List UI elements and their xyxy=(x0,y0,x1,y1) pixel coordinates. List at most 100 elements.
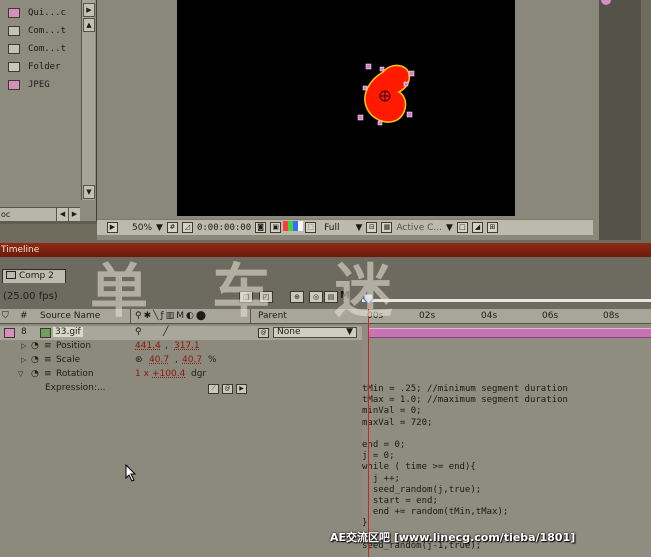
composition-viewer: ▶ 50% ▼ # ◿ 0:00:00:00 ◙ ▣ ⬚ Full ▼ ⊟ ▦ … xyxy=(97,0,641,240)
property-icon: ≡ xyxy=(44,341,52,351)
active-camera-dropdown[interactable]: Active C... xyxy=(396,223,442,233)
chevron-down-icon[interactable]: ▼ xyxy=(446,223,453,233)
grid-icon[interactable]: # xyxy=(166,222,178,233)
scale-unit: % xyxy=(208,355,217,365)
shy-icon[interactable]: ⚲ xyxy=(135,327,142,337)
project-vertical-scrollbar[interactable]: ▶ ▲ ▼ xyxy=(81,0,95,200)
chevron-down-icon[interactable]: ▼ xyxy=(156,223,163,233)
expression-line[interactable]: while ( time >= end){ xyxy=(362,462,651,473)
mask-icon[interactable]: ◿ xyxy=(181,222,193,233)
view-layout-icon[interactable]: □ xyxy=(456,222,468,233)
expression-graph-icon[interactable]: ⟋ xyxy=(208,384,219,394)
stopwatch-icon[interactable]: ◔ xyxy=(31,355,39,365)
expression-line[interactable]: minVal = 0; xyxy=(362,406,651,417)
region-of-interest-icon[interactable]: ⬚ xyxy=(305,222,317,233)
project-item-label: Qui...c xyxy=(28,7,66,18)
alpha-channel-icon[interactable] xyxy=(298,221,304,231)
snapshot-icon[interactable]: ◙ xyxy=(255,222,267,233)
composition-icon xyxy=(6,271,16,279)
current-time-display[interactable]: 0:00:00:00 xyxy=(197,223,251,233)
expression-line[interactable]: } xyxy=(362,518,651,529)
project-item[interactable]: Folder xyxy=(0,58,82,75)
twirl-right-icon[interactable]: ▷ xyxy=(21,342,29,350)
stopwatch-icon[interactable]: ◔ xyxy=(31,341,39,351)
rotation-degrees-value[interactable]: +100.4 xyxy=(152,369,185,379)
column-number[interactable]: # xyxy=(20,311,28,321)
scroll-up-arrow-icon[interactable]: ▲ xyxy=(83,18,95,32)
project-item[interactable]: Com...t xyxy=(0,22,82,39)
mouse-cursor-icon xyxy=(125,464,137,482)
stopwatch-icon[interactable]: ◔ xyxy=(31,369,39,379)
twirl-right-icon[interactable]: ▷ xyxy=(21,356,29,364)
label-color-icon[interactable] xyxy=(4,328,15,338)
expression-line[interactable]: j = 0; xyxy=(362,451,651,462)
project-item[interactable]: Qui...c xyxy=(0,4,82,21)
shape-layer-preview xyxy=(357,63,415,126)
expression-label: Expression:... xyxy=(45,383,106,393)
position-y-value[interactable]: 317.1 xyxy=(174,341,200,351)
project-item[interactable]: JPEG xyxy=(0,76,82,93)
rotation-revolutions-value[interactable]: 1 x xyxy=(135,369,149,379)
project-item-label: Com...t xyxy=(28,25,66,36)
time-ruler-tick: 04s xyxy=(481,311,498,321)
project-item[interactable]: Com...t xyxy=(0,40,82,57)
chevron-down-icon[interactable]: ▼ xyxy=(356,223,363,233)
layer-duration-bar[interactable] xyxy=(368,328,651,338)
resolution-dropdown[interactable]: Full xyxy=(324,223,339,233)
expression-line[interactable] xyxy=(362,429,651,440)
twirl-down-icon[interactable]: ▽ xyxy=(18,370,26,378)
composition-icon xyxy=(8,25,20,36)
always-preview-icon[interactable]: ▶ xyxy=(107,222,118,233)
constrain-proportions-icon[interactable]: ⊛ xyxy=(135,355,143,365)
transparency-grid-icon[interactable]: ▦ xyxy=(381,222,393,233)
scroll-right-arrow-icon[interactable]: ▶ xyxy=(83,3,95,17)
composition-canvas[interactable] xyxy=(177,0,515,216)
quality-icon[interactable]: ╱ xyxy=(163,327,168,337)
parent-value: None xyxy=(277,327,301,337)
composition-icon xyxy=(8,43,20,54)
tab-comp[interactable]: Comp 2 □ xyxy=(2,269,66,294)
expression-line[interactable]: tMin = .25; //minimum segment duration xyxy=(362,384,651,395)
fast-previews-icon[interactable]: ◢ xyxy=(471,222,483,233)
expression-line[interactable]: end += random(tMin,tMax); xyxy=(362,507,651,518)
channel-swatches[interactable] xyxy=(283,221,304,234)
chevron-down-icon: ▼ xyxy=(346,327,353,337)
expression-line[interactable]: end = 0; xyxy=(362,440,651,451)
property-row-position[interactable]: ▷ ◔ ≡ Position 441.4 , 317.1 xyxy=(0,340,362,354)
layer-name[interactable]: 33.gif xyxy=(53,327,83,337)
expression-language-menu-icon[interactable]: ▶ xyxy=(236,384,247,394)
time-graph[interactable]: 00s 02s 04s 06s 08s tMin = .25; //minimu… xyxy=(362,309,651,557)
scroll-down-arrow-icon[interactable]: ▼ xyxy=(83,185,95,199)
flowchart-icon[interactable]: ⊞ xyxy=(486,222,498,233)
scroll-right-arrow-icon[interactable]: ▶ xyxy=(68,208,80,221)
scale-x-value[interactable]: 40.7 xyxy=(149,355,169,365)
layer-row[interactable]: 8 33.gif ⚲ ╱ @ None ▼ xyxy=(0,326,362,340)
footage-icon xyxy=(8,79,20,90)
expression-line[interactable]: j ++; xyxy=(362,474,651,485)
expression-pickwhip-icon[interactable]: @ xyxy=(222,384,233,394)
magnification-dropdown[interactable]: 50% xyxy=(132,223,152,233)
scale-y-value[interactable]: 40.7 xyxy=(182,355,202,365)
heart-shape[interactable] xyxy=(364,64,411,123)
property-label: Scale xyxy=(56,355,81,365)
show-snapshot-icon[interactable]: ▣ xyxy=(270,222,282,233)
parent-dropdown[interactable]: None ▼ xyxy=(273,327,357,338)
property-row-rotation[interactable]: ▽ ◔ ≡ Rotation 1 x +100.4 dgr xyxy=(0,368,362,382)
pixel-aspect-icon[interactable]: ⊟ xyxy=(366,222,378,233)
expression-editor[interactable]: tMin = .25; //minimum segment duration tM… xyxy=(362,384,651,552)
folder-icon xyxy=(8,61,20,72)
expression-line[interactable]: maxVal = 720; xyxy=(362,418,651,429)
expression-line[interactable]: seed_random(j,true); xyxy=(362,485,651,496)
current-time-indicator[interactable] xyxy=(368,296,369,557)
credit-caption: AE交流区吧 [www.linecg.com/tieba/1801] xyxy=(330,531,576,544)
property-row-scale[interactable]: ▷ ◔ ≡ Scale ⊛ 40.7 , 40.7 % xyxy=(0,354,362,368)
position-x-value[interactable]: 441.4 xyxy=(135,341,161,351)
pickwhip-icon[interactable]: @ xyxy=(258,328,269,338)
label-column-icon[interactable]: ⛉ xyxy=(2,311,9,321)
project-horizontal-scrollbar[interactable]: oc ◀ ▶ xyxy=(0,207,80,221)
expression-row[interactable]: Expression:... ⟋ @ ▶ xyxy=(0,382,362,396)
expression-line[interactable]: start = end; xyxy=(362,496,651,507)
scroll-left-arrow-icon[interactable]: ◀ xyxy=(56,208,68,221)
property-icon: ≡ xyxy=(44,355,52,365)
expression-line[interactable]: tMax = 1.0; //maximum segment duration xyxy=(362,395,651,406)
